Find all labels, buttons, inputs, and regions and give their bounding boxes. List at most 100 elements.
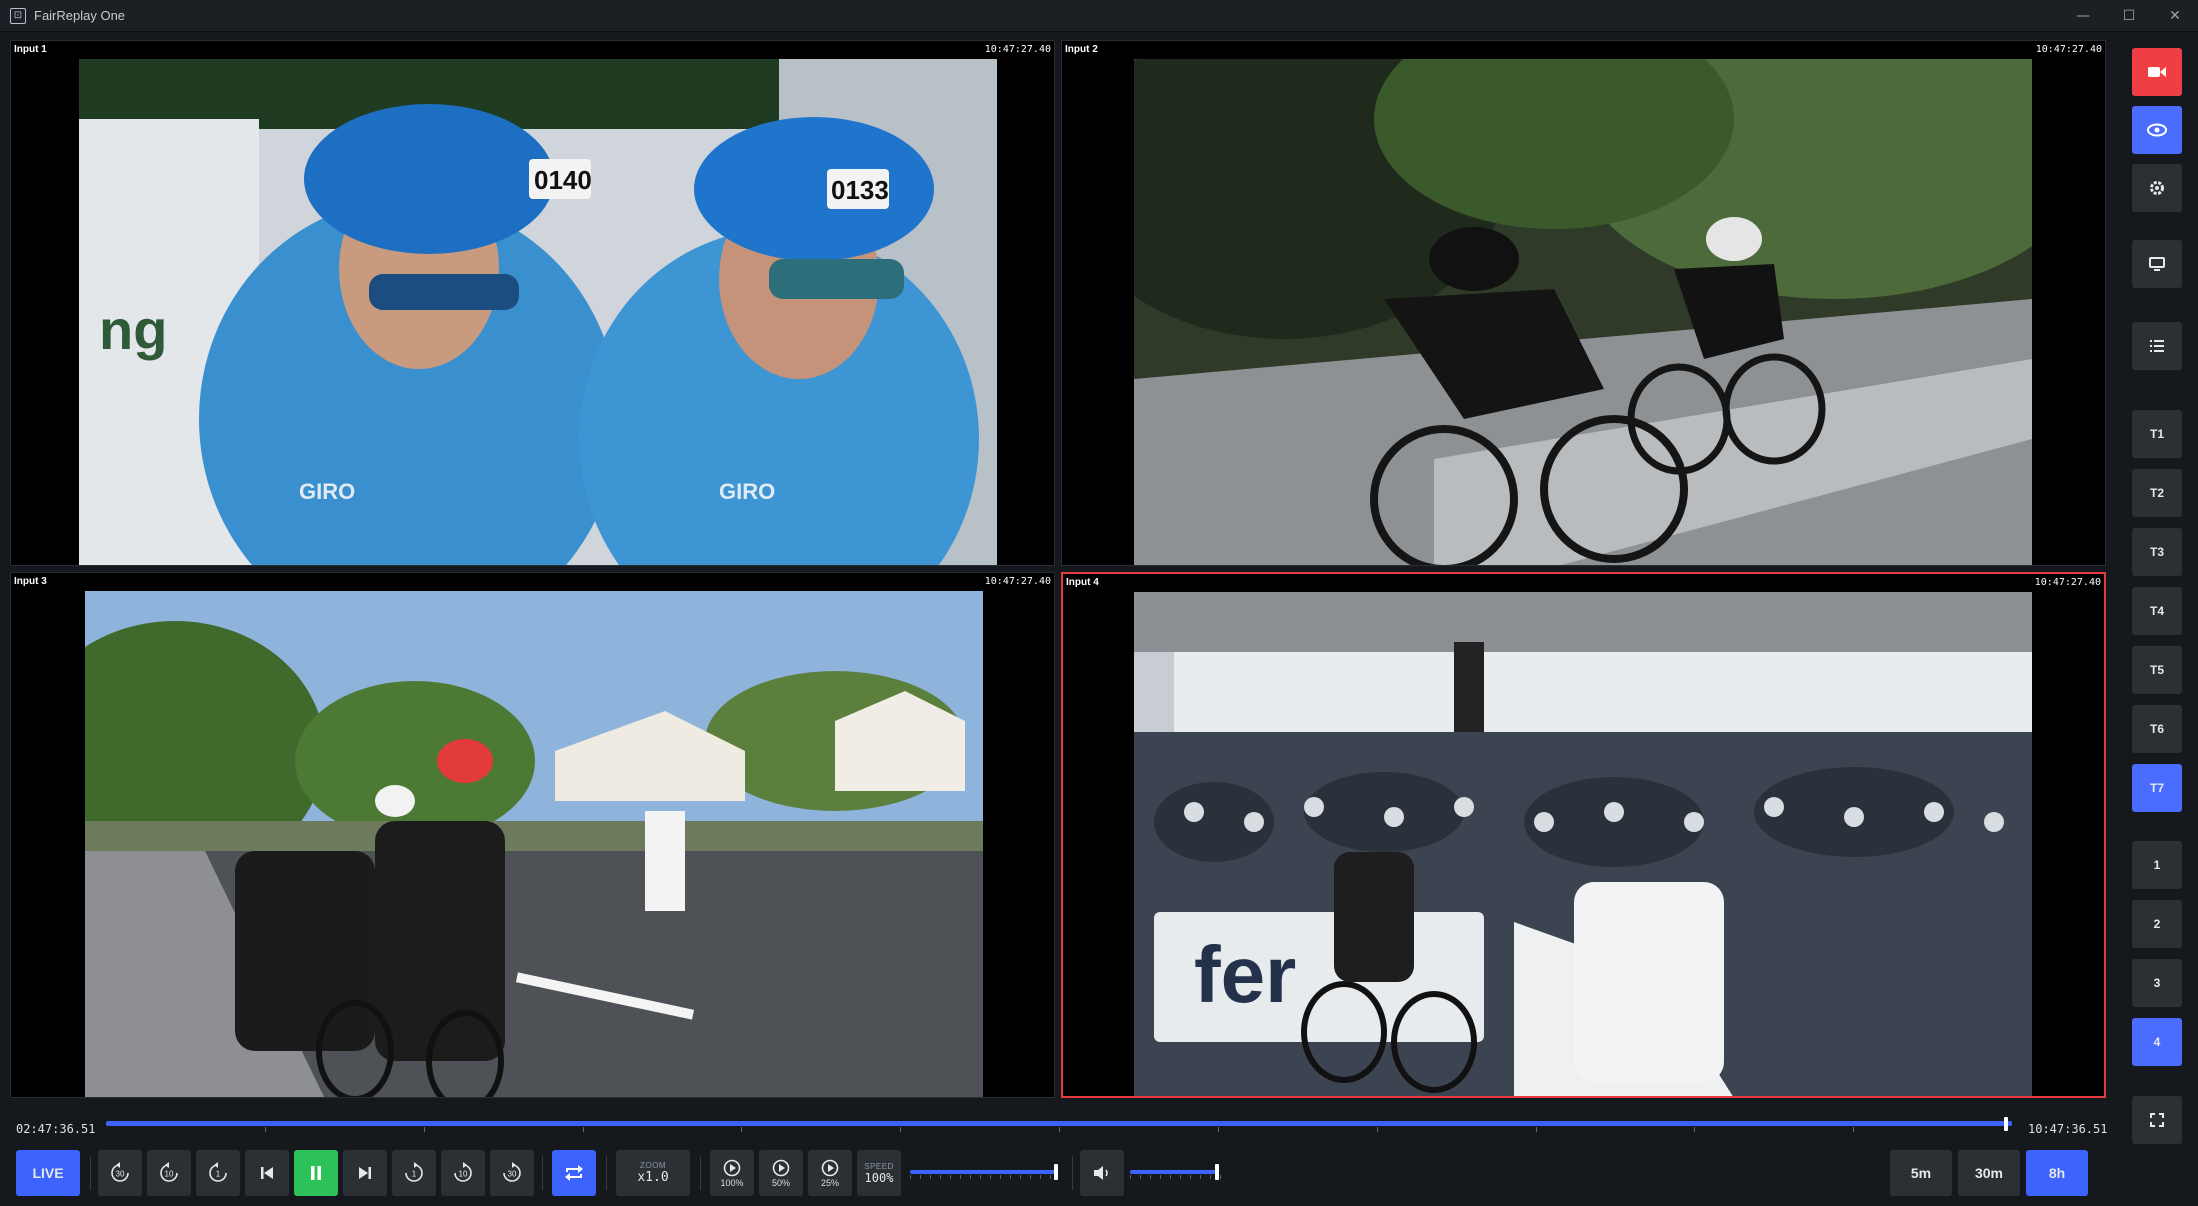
speed-slider-knob[interactable] <box>1054 1164 1058 1180</box>
speed-slider-fill <box>910 1170 1058 1174</box>
video-panel-input-3[interactable]: Input 3 10:47:27.40 <box>10 572 1055 1098</box>
panel-header: Input 2 10:47:27.40 <box>1062 41 2105 57</box>
fullscreen-button[interactable] <box>2132 1096 2182 1144</box>
input-button-1[interactable]: 1 <box>2132 841 2182 889</box>
timeline-tick <box>1694 1127 1695 1132</box>
forward-circle-icon: 1 <box>405 1162 423 1182</box>
divider <box>606 1156 607 1190</box>
panel-timecode: 10:47:27.40 <box>984 575 1051 587</box>
speed-slider[interactable] <box>910 1164 1058 1180</box>
rewind-circle-icon: 1 <box>209 1162 227 1182</box>
video-panel-input-1[interactable]: Input 1 10:47:27.40 ng 0140 0133 GIRO GI… <box>10 40 1055 566</box>
live-button[interactable]: LIVE <box>16 1150 80 1196</box>
forward-circle-icon: 10 <box>454 1162 472 1182</box>
input-button-3[interactable]: 3 <box>2132 959 2182 1007</box>
volume-slider-fill <box>1130 1170 1219 1174</box>
app-title: FairReplay One <box>34 8 126 23</box>
input-button-4[interactable]: 4 <box>2132 1018 2182 1066</box>
speed-25-button[interactable]: 25% <box>808 1150 852 1196</box>
view-button[interactable] <box>2132 106 2182 154</box>
previous-frame-button[interactable] <box>245 1150 289 1196</box>
rewind-1-button[interactable]: 1 <box>196 1150 240 1196</box>
pause-icon <box>311 1166 321 1180</box>
timeline-playhead[interactable] <box>2004 1117 2008 1131</box>
loop-button[interactable] <box>552 1150 596 1196</box>
svg-text:0133: 0133 <box>831 175 889 205</box>
panel-header: Input 4 10:47:27.40 <box>1063 574 2104 590</box>
svg-text:30: 30 <box>508 1170 517 1179</box>
video-feed-2 <box>1134 59 2032 565</box>
play-circle-icon <box>723 1159 741 1176</box>
video-feed-1: ng 0140 0133 GIRO GIRO <box>79 59 997 565</box>
divider <box>1072 1156 1073 1190</box>
video-grid: Input 1 10:47:27.40 ng 0140 0133 GIRO GI… <box>10 40 2108 1100</box>
speed-100-button[interactable]: 100% <box>710 1150 754 1196</box>
range-5m-button[interactable]: 5m <box>1890 1150 1952 1196</box>
fullscreen-icon <box>2150 1113 2164 1127</box>
zoom-control[interactable]: ZOOM x1.0 <box>616 1150 690 1196</box>
track-button-t5[interactable]: T5 <box>2132 646 2182 694</box>
track-button-t2[interactable]: T2 <box>2132 469 2182 517</box>
track-button-t3[interactable]: T3 <box>2132 528 2182 576</box>
track-button-t4[interactable]: T4 <box>2132 587 2182 635</box>
settings-button[interactable] <box>2132 164 2182 212</box>
playlist-button[interactable] <box>2132 322 2182 370</box>
panel-label: Input 3 <box>14 575 47 587</box>
video-panel-input-2[interactable]: Input 2 10:47:27.40 <box>1061 40 2106 566</box>
track-button-t7[interactable]: T7 <box>2132 764 2182 812</box>
timeline-end-time: 10:47:36.51 <box>2028 1122 2108 1136</box>
forward-circle-icon: 30 <box>503 1162 521 1182</box>
range-30m-button[interactable]: 30m <box>1958 1150 2020 1196</box>
play-circle-icon <box>772 1159 790 1176</box>
svg-text:GIRO: GIRO <box>299 479 355 504</box>
next-frame-button[interactable] <box>343 1150 387 1196</box>
record-button[interactable] <box>2132 48 2182 96</box>
minimize-button[interactable]: — <box>2060 0 2106 32</box>
forward-30-button[interactable]: 30 <box>490 1150 534 1196</box>
volume-slider[interactable] <box>1130 1164 1226 1180</box>
playback-controls: LIVE 30 10 1 1 10 30 ZOOM x1.0 100% 50% <box>10 1146 2108 1200</box>
video-frame-descent-riders <box>1134 59 2032 565</box>
panel-timecode: 10:47:27.40 <box>2035 43 2102 55</box>
video-panel-input-4[interactable]: Input 4 10:47:27.40 fer <box>1061 572 2106 1098</box>
maximize-button[interactable]: ☐ <box>2106 0 2152 32</box>
volume-slider-ticks <box>1130 1175 1226 1179</box>
speed-label: 50% <box>771 1177 790 1188</box>
timeline-tick <box>1377 1127 1378 1132</box>
rewind-10-button[interactable]: 10 <box>147 1150 191 1196</box>
svg-text:0140: 0140 <box>534 165 592 195</box>
panel-timecode: 10:47:27.40 <box>984 43 1051 55</box>
panel-header: Input 1 10:47:27.40 <box>11 41 1054 57</box>
zoom-caption: ZOOM <box>640 1161 666 1170</box>
timeline-track[interactable] <box>106 1121 2012 1126</box>
range-8h-button[interactable]: 8h <box>2026 1150 2088 1196</box>
forward-10-button[interactable]: 10 <box>441 1150 485 1196</box>
svg-text:1: 1 <box>216 1170 221 1179</box>
track-button-t1[interactable]: T1 <box>2132 410 2182 458</box>
timeline[interactable]: 02:47:36.51 10:47:36.51 <box>10 1114 2108 1144</box>
svg-text:ng: ng <box>99 298 167 361</box>
divider <box>90 1156 91 1190</box>
close-button[interactable]: ✕ <box>2152 0 2198 32</box>
gear-icon <box>2150 181 2164 195</box>
volume-button[interactable] <box>1080 1150 1124 1196</box>
pause-button[interactable] <box>294 1150 338 1196</box>
app-logo-icon: ⊡ <box>10 7 26 24</box>
timeline-tick <box>1853 1127 1854 1132</box>
forward-1-button[interactable]: 1 <box>392 1150 436 1196</box>
skip-forward-icon <box>359 1167 371 1179</box>
video-feed-4: fer <box>1134 592 2032 1096</box>
eye-icon <box>2147 123 2167 137</box>
monitor-button[interactable] <box>2132 240 2182 288</box>
track-button-t6[interactable]: T6 <box>2132 705 2182 753</box>
svg-text:GIRO: GIRO <box>719 479 775 504</box>
volume-slider-knob[interactable] <box>1215 1164 1219 1180</box>
input-button-2[interactable]: 2 <box>2132 900 2182 948</box>
panel-label: Input 1 <box>14 43 47 55</box>
divider <box>700 1156 701 1190</box>
window-controls: — ☐ ✕ <box>2060 0 2198 32</box>
speed-50-button[interactable]: 50% <box>759 1150 803 1196</box>
rewind-30-button[interactable]: 30 <box>98 1150 142 1196</box>
speaker-icon <box>1094 1166 1108 1180</box>
video-camera-icon <box>2148 67 2166 77</box>
